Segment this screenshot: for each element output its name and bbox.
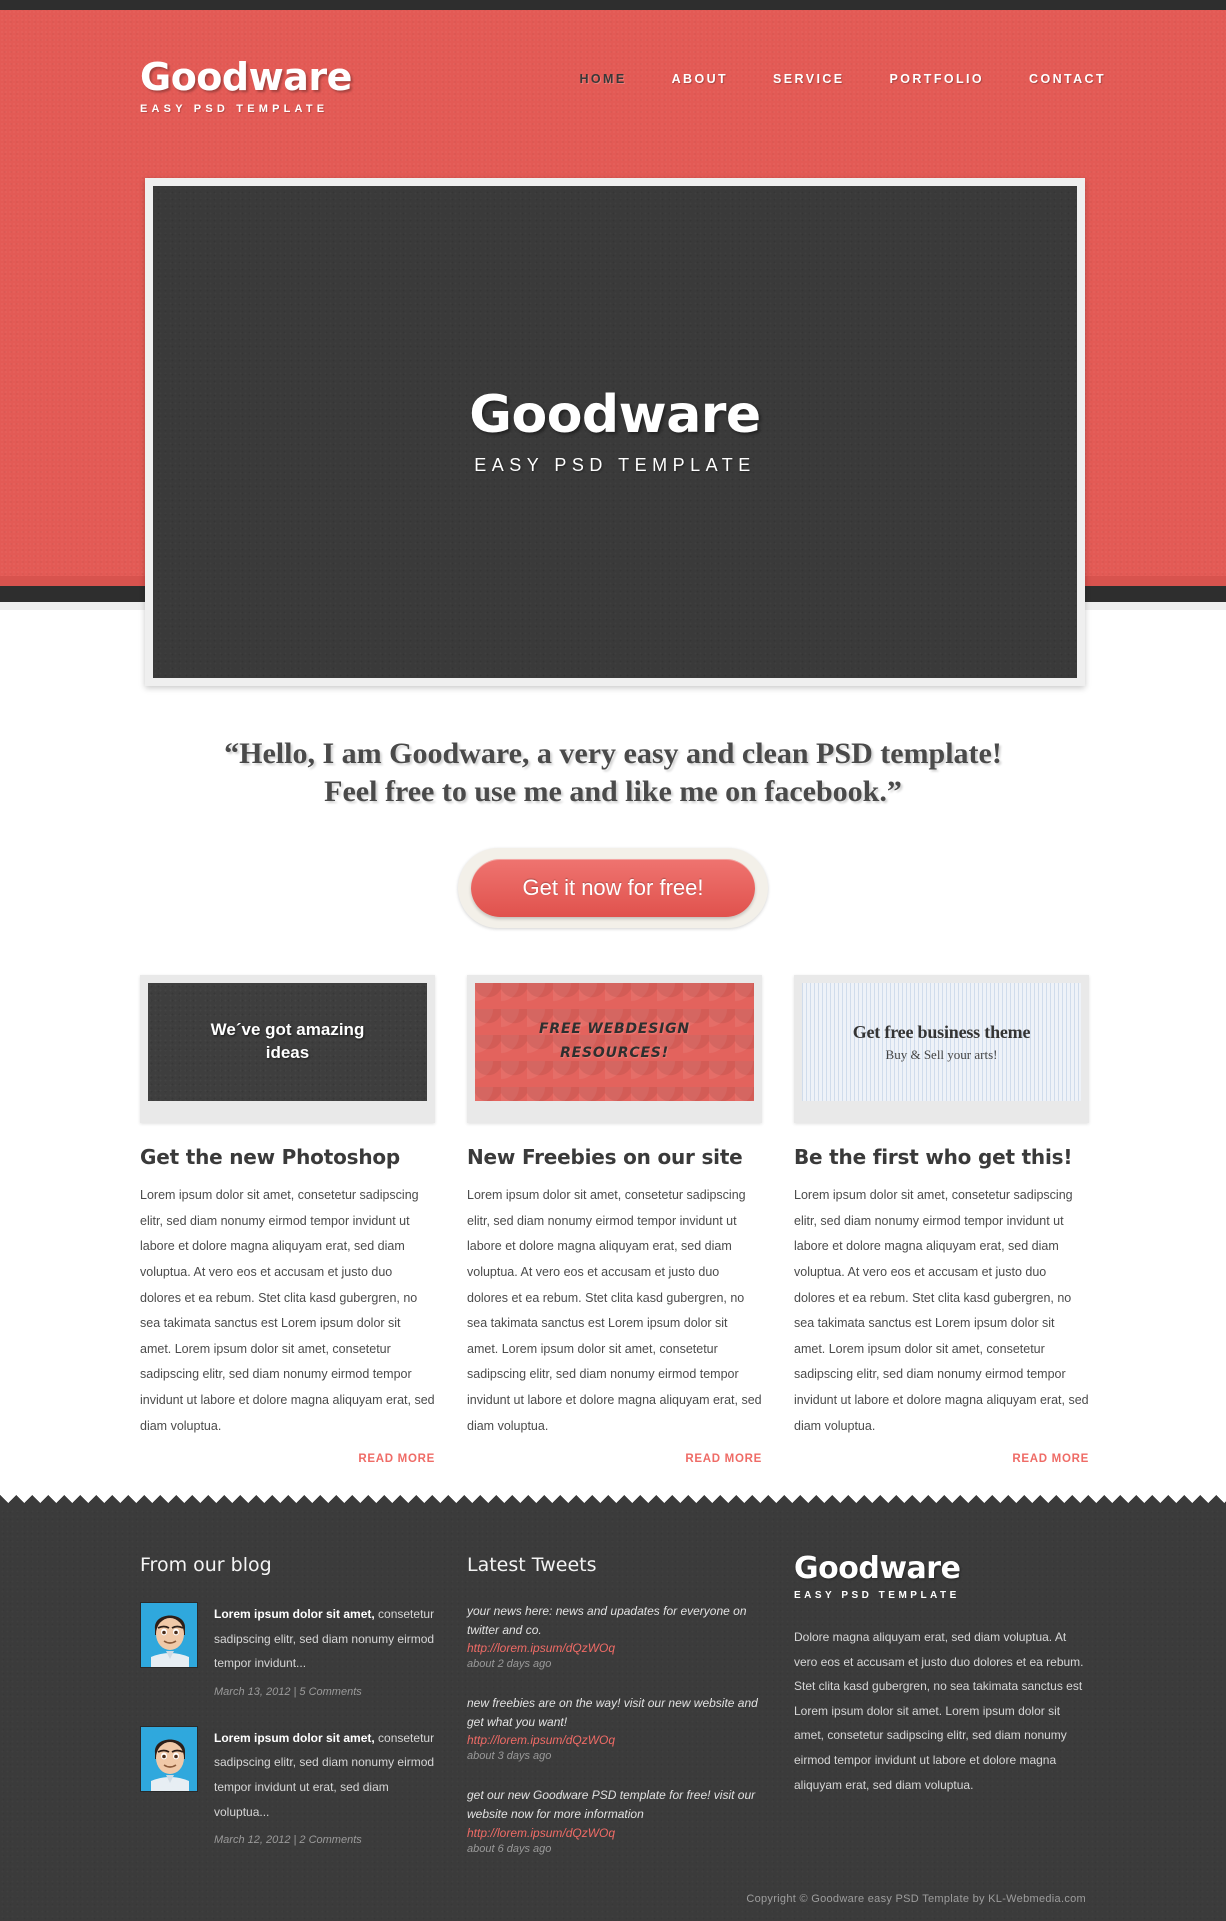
footer-tweets-column: Latest Tweets your news here: news and u…: [467, 1554, 762, 1879]
feature-column-2: FREE WEBDESIGN RESOURCES! New Freebies o…: [467, 975, 762, 1465]
footer-logo-tagline: EASY PSD TEMPLATE: [794, 1590, 960, 1601]
avatar: [140, 1725, 198, 1792]
tweet-item: get our new Goodware PSD template for fr…: [467, 1786, 762, 1854]
top-accent-strip: [0, 0, 1226, 10]
thumbnail-image-dark[interactable]: We´ve got amazing ideas: [148, 983, 427, 1101]
thumbnail-frame: Get free business theme Buy & Sell your …: [794, 975, 1089, 1123]
footer-about-column: Goodware EASY PSD TEMPLATE Dolore magna …: [794, 1554, 1089, 1879]
footer-columns: From our blog Lorem ipsum dolor sit amet…: [140, 1554, 1090, 1879]
hero-subtitle: EASY PSD TEMPLATE: [474, 454, 756, 475]
blog-post-meta: March 12, 2012 | 2 Comments: [214, 1834, 362, 1847]
nav-item-contact[interactable]: CONTACT: [1029, 72, 1106, 86]
tweet-text: get our new Goodware PSD template for fr…: [467, 1788, 756, 1821]
nav-item-service[interactable]: SERVICE: [773, 72, 844, 86]
blog-excerpt-bold: Lorem ipsum dolor sit amet,: [214, 1730, 375, 1745]
footer-logo[interactable]: Goodware EASY PSD TEMPLATE: [794, 1551, 1089, 1602]
hero-title: Goodware: [469, 384, 761, 445]
tweet-timestamp: about 3 days ago: [467, 1750, 552, 1763]
blog-excerpt-bold: Lorem ipsum dolor sit amet,: [214, 1607, 375, 1621]
blog-post-item[interactable]: Lorem ipsum dolor sit amet, consetetur s…: [140, 1602, 435, 1698]
read-more-link[interactable]: READ MORE: [467, 1453, 762, 1465]
column-heading: Get the new Photoshop: [140, 1145, 401, 1169]
quote-line-1: “Hello, I am Goodware, a very easy and c…: [224, 737, 1002, 770]
footer-blog-column: From our blog Lorem ipsum dolor sit amet…: [140, 1554, 435, 1879]
thumbnail-image-blue[interactable]: Get free business theme Buy & Sell your …: [802, 983, 1081, 1101]
tweet-item: new freebies are on the way! visit our n…: [467, 1694, 762, 1762]
footer-tweets-title: Latest Tweets: [467, 1554, 597, 1576]
feature-column-3: Get free business theme Buy & Sell your …: [794, 975, 1089, 1465]
site-logo[interactable]: Goodware EASY PSD TEMPLATE: [140, 58, 352, 115]
column-heading: Be the first who get this!: [794, 1145, 1073, 1169]
main-navigation: HOME ABOUT SERVICE PORTFOLIO CONTACT: [579, 72, 1106, 86]
hero-slide[interactable]: Goodware EASY PSD TEMPLATE: [153, 186, 1077, 678]
blog-post-meta: March 13, 2012 | 5 Comments: [214, 1685, 362, 1698]
read-more-link[interactable]: READ MORE: [140, 1453, 435, 1465]
tweet-text: new freebies are on the way! visit our n…: [467, 1696, 758, 1729]
logo-title: Goodware: [140, 55, 352, 99]
column-body: Lorem ipsum dolor sit amet, consetetur s…: [140, 1188, 435, 1433]
tweet-timestamp: about 6 days ago: [467, 1842, 552, 1855]
tweet-link[interactable]: http://lorem.ipsum/dQzWOq: [467, 1826, 762, 1840]
footer-blog-title: From our blog: [140, 1554, 272, 1576]
cta-section: Get it now for free!: [0, 848, 1226, 928]
tweet-text: your news here: news and upadates for ev…: [467, 1604, 747, 1637]
column-heading: New Freebies on our site: [467, 1145, 743, 1169]
tweet-link[interactable]: http://lorem.ipsum/dQzWOq: [467, 1733, 762, 1747]
hero-slider-frame: Goodware EASY PSD TEMPLATE: [145, 178, 1085, 686]
feature-column-1: We´ve got amazing ideas Get the new Phot…: [140, 975, 435, 1465]
avatar: [140, 1602, 198, 1668]
blog-post-item[interactable]: Lorem ipsum dolor sit amet, consetetur s…: [140, 1725, 435, 1846]
quote-line-2: Feel free to use me and like me on faceb…: [324, 774, 902, 808]
copyright-text: Copyright © Goodware easy PSD Template b…: [746, 1893, 1086, 1905]
footer-about-text: Dolore magna aliquyam erat, sed diam vol…: [794, 1630, 1084, 1792]
column-body: Lorem ipsum dolor sit amet, consetetur s…: [467, 1188, 762, 1433]
thumbnail-frame: FREE WEBDESIGN RESOURCES!: [467, 975, 762, 1123]
thumb-line-2: ideas: [265, 1043, 310, 1062]
column-body: Lorem ipsum dolor sit amet, consetetur s…: [794, 1188, 1089, 1433]
blog-post-text: Lorem ipsum dolor sit amet, consetetur s…: [214, 1726, 435, 1846]
nav-item-about[interactable]: ABOUT: [672, 72, 728, 86]
cta-button-frame: Get it now for free!: [457, 848, 769, 928]
tweet-timestamp: about 2 days ago: [467, 1658, 552, 1671]
thumb-line-1: FREE WEBDESIGN: [539, 1021, 690, 1038]
thumbnail-image-red[interactable]: FREE WEBDESIGN RESOURCES!: [475, 983, 754, 1101]
thumb-line-1: We´ve got amazing: [210, 1020, 365, 1040]
footer-logo-title: Goodware: [794, 1551, 961, 1586]
thumb-line-1: Get free business theme: [852, 1021, 1031, 1042]
feature-columns: We´ve got amazing ideas Get the new Phot…: [140, 975, 1090, 1465]
tweet-item: your news here: news and upadates for ev…: [467, 1602, 762, 1670]
read-more-link[interactable]: READ MORE: [794, 1453, 1089, 1465]
nav-item-home[interactable]: HOME: [579, 72, 626, 86]
thumbnail-frame: We´ve got amazing ideas: [140, 975, 435, 1123]
nav-item-portfolio[interactable]: PORTFOLIO: [890, 72, 985, 86]
tweet-link[interactable]: http://lorem.ipsum/dQzWOq: [467, 1641, 762, 1655]
thumb-line-2: Buy & Sell your arts!: [885, 1046, 998, 1062]
get-it-now-button[interactable]: Get it now for free!: [470, 859, 756, 917]
tagline-quote: “Hello, I am Goodware, a very easy and c…: [0, 735, 1226, 810]
thumb-line-2: RESOURCES!: [560, 1045, 669, 1061]
logo-tagline: EASY PSD TEMPLATE: [140, 103, 329, 115]
site-footer: From our blog Lorem ipsum dolor sit amet…: [0, 1509, 1226, 1921]
blog-post-text: Lorem ipsum dolor sit amet, consetetur s…: [214, 1602, 435, 1698]
